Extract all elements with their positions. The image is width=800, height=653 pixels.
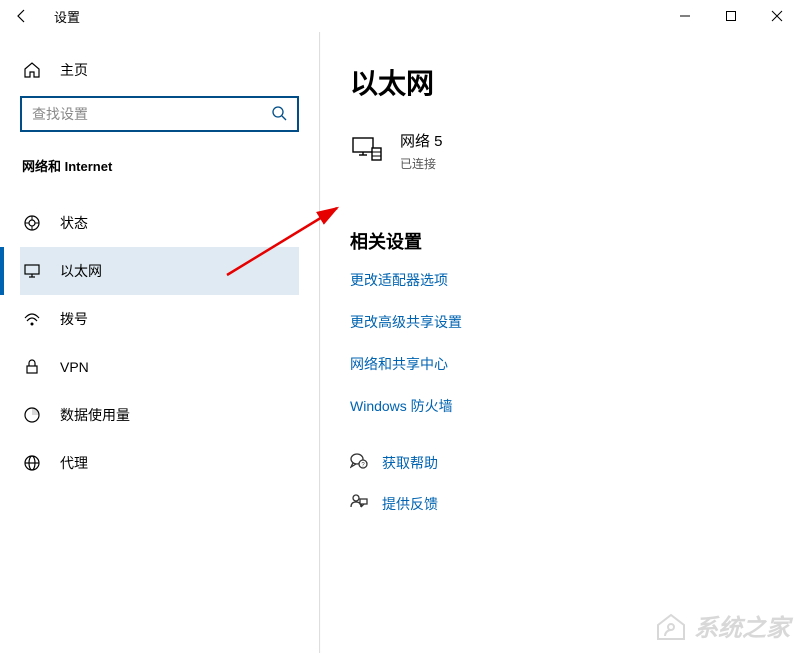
search-icon [271, 105, 287, 124]
related-settings-title: 相关设置 [350, 228, 770, 254]
sidebar-item-proxy[interactable]: 代理 [20, 439, 299, 487]
main-panel: 以太网 网络 5 已连接 相关设置 更改适配器选项 更改高级共享设置 网络和共享… [320, 32, 800, 653]
network-name: 网络 5 [400, 130, 443, 151]
window-title: 设置 [54, 7, 80, 26]
help-link[interactable]: 获取帮助 [382, 453, 438, 473]
feedback-icon [350, 493, 368, 514]
get-help-row[interactable]: ? 获取帮助 [350, 452, 770, 473]
dialup-icon [22, 310, 42, 328]
sidebar: 主页 网络和 Internet 状态 以太网 拨号 [0, 32, 320, 653]
titlebar: 设置 [0, 0, 800, 32]
window-controls [662, 0, 800, 32]
network-item[interactable]: 网络 5 已连接 [350, 130, 770, 172]
feedback-link[interactable]: 提供反馈 [382, 494, 438, 514]
sidebar-item-status[interactable]: 状态 [20, 199, 299, 247]
data-usage-icon [22, 406, 42, 424]
page-title: 以太网 [350, 62, 770, 102]
sidebar-item-label: 代理 [60, 453, 88, 473]
link-firewall[interactable]: Windows 防火墙 [350, 396, 770, 416]
category-label: 网络和 Internet [20, 156, 299, 175]
vpn-icon [22, 358, 42, 376]
close-button[interactable] [754, 0, 800, 32]
sidebar-item-dialup[interactable]: 拨号 [20, 295, 299, 343]
home-icon [22, 61, 42, 79]
sidebar-item-label: 以太网 [60, 261, 102, 281]
feedback-row[interactable]: 提供反馈 [350, 493, 770, 514]
proxy-icon [22, 454, 42, 472]
ethernet-icon [22, 262, 42, 280]
sidebar-item-label: 数据使用量 [60, 405, 130, 425]
sidebar-item-label: VPN [60, 359, 89, 375]
link-change-adapter[interactable]: 更改适配器选项 [350, 270, 770, 290]
minimize-button[interactable] [662, 0, 708, 32]
status-icon [22, 214, 42, 232]
sidebar-item-label: 状态 [60, 213, 88, 233]
help-icon: ? [350, 452, 368, 473]
sidebar-item-vpn[interactable]: VPN [20, 343, 299, 391]
home-label: 主页 [60, 60, 88, 80]
sidebar-item-ethernet[interactable]: 以太网 [20, 247, 299, 295]
search-box[interactable] [20, 96, 299, 132]
sidebar-item-label: 拨号 [60, 309, 88, 329]
home-nav[interactable]: 主页 [20, 52, 299, 96]
back-button[interactable] [0, 0, 44, 32]
maximize-button[interactable] [708, 0, 754, 32]
divider [319, 32, 321, 653]
search-input[interactable] [32, 106, 271, 122]
link-sharing-settings[interactable]: 更改高级共享设置 [350, 312, 770, 332]
link-network-center[interactable]: 网络和共享中心 [350, 354, 770, 374]
network-icon [350, 133, 384, 170]
sidebar-item-data-usage[interactable]: 数据使用量 [20, 391, 299, 439]
network-status: 已连接 [400, 155, 443, 172]
